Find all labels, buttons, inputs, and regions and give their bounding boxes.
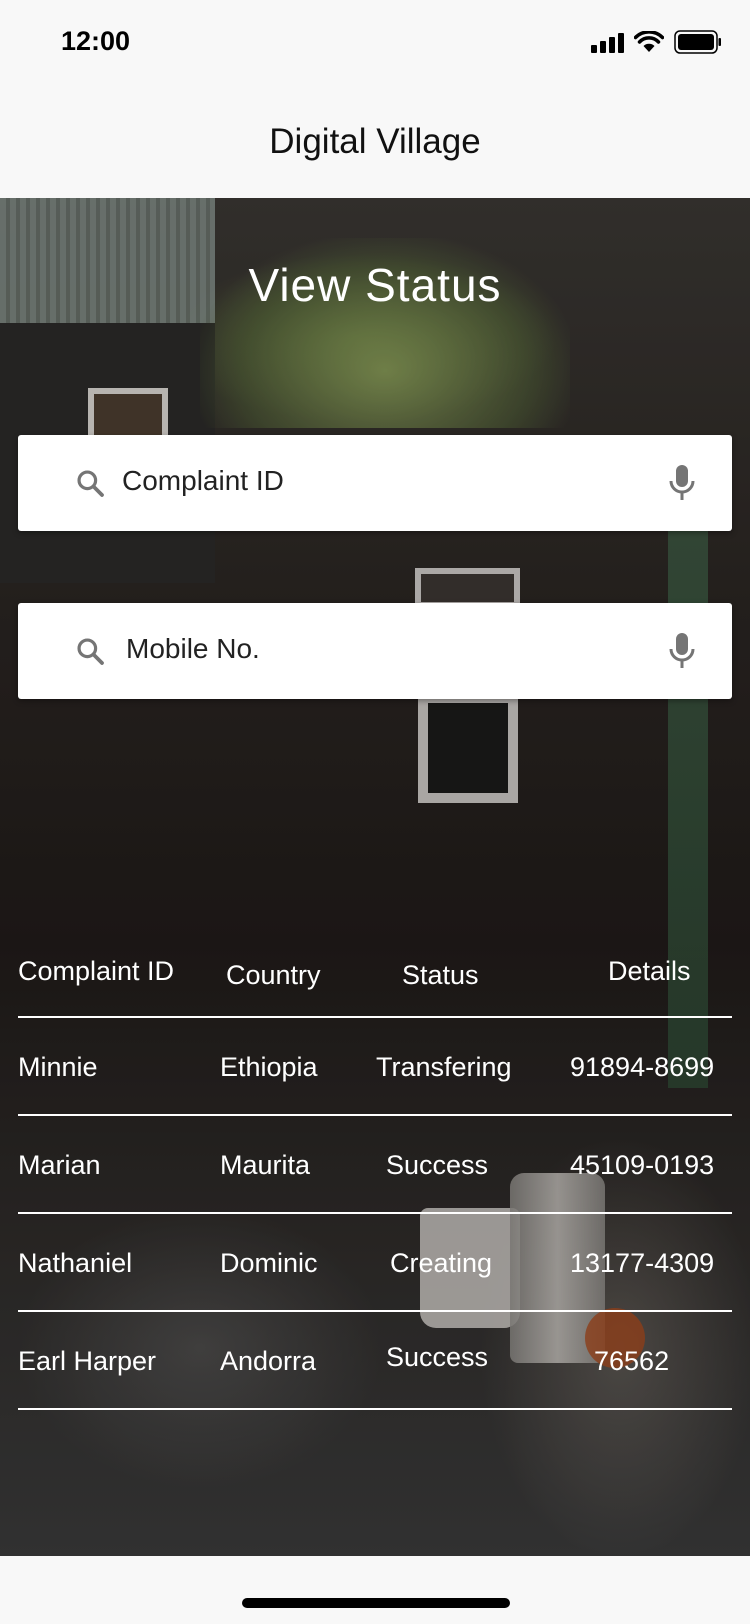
cell-status: Success	[386, 1342, 489, 1372]
cell-details: 13177-4309	[570, 1248, 715, 1278]
table-row[interactable]: Minnie Ethiopia Transfering 91894-8699	[18, 1018, 732, 1116]
microphone-icon[interactable]	[668, 463, 696, 503]
mobile-number-placeholder: Mobile No.	[126, 633, 260, 664]
status-icons	[591, 30, 722, 54]
header-status: Status	[402, 960, 479, 990]
complaint-id-search-field[interactable]: Complaint ID	[18, 435, 732, 531]
cell-country: Dominic	[220, 1248, 318, 1278]
table-row[interactable]: Earl Harper Andorra Success 76562	[18, 1312, 732, 1410]
search-icon	[74, 635, 106, 667]
microphone-icon[interactable]	[668, 631, 696, 671]
nav-title: Digital Village	[269, 122, 481, 161]
navigation-bar: Digital Village	[0, 90, 750, 198]
header-country: Country	[226, 960, 321, 990]
mobile-number-search-field[interactable]: Mobile No.	[18, 603, 732, 699]
status-table: Complaint ID Country Status Details Minn…	[18, 940, 732, 1410]
cell-details: 91894-8699	[570, 1052, 715, 1082]
cell-country: Ethiopia	[220, 1052, 318, 1082]
complaint-id-placeholder: Complaint ID	[122, 465, 284, 496]
status-time: 12:00	[61, 26, 131, 56]
page-title: View Status	[248, 259, 502, 311]
cell-country: Maurita	[220, 1150, 311, 1180]
battery-icon	[674, 30, 722, 54]
home-indicator[interactable]	[242, 1598, 510, 1608]
cell-complaint-id: Minnie	[18, 1052, 98, 1082]
cell-details: 45109-0193	[570, 1150, 715, 1180]
search-icon	[74, 467, 106, 499]
cell-complaint-id: Earl Harper	[18, 1346, 157, 1376]
screen: 12:00 Digital Village View Status Compla…	[0, 0, 750, 1624]
table-row[interactable]: Nathaniel Dominic Creating 13177-4309	[18, 1214, 732, 1312]
status-bar: 12:00	[0, 0, 750, 90]
cell-status: Creating	[390, 1248, 493, 1278]
cell-country: Andorra	[220, 1346, 317, 1376]
signal-icon	[591, 31, 624, 53]
home-indicator-area	[0, 1556, 750, 1624]
table-row[interactable]: Marian Maurita Success 45109-0193	[18, 1116, 732, 1214]
cell-status: Transfering	[376, 1052, 512, 1082]
wifi-icon	[634, 31, 664, 53]
cell-complaint-id: Nathaniel	[18, 1248, 133, 1278]
cell-complaint-id: Marian	[18, 1150, 101, 1180]
cell-details: 76562	[594, 1346, 670, 1376]
cell-status: Success	[386, 1150, 489, 1180]
header-complaint-id: Complaint ID	[18, 956, 175, 986]
header-details: Details	[608, 956, 691, 986]
table-header: Complaint ID Country Status Details	[18, 940, 732, 1018]
